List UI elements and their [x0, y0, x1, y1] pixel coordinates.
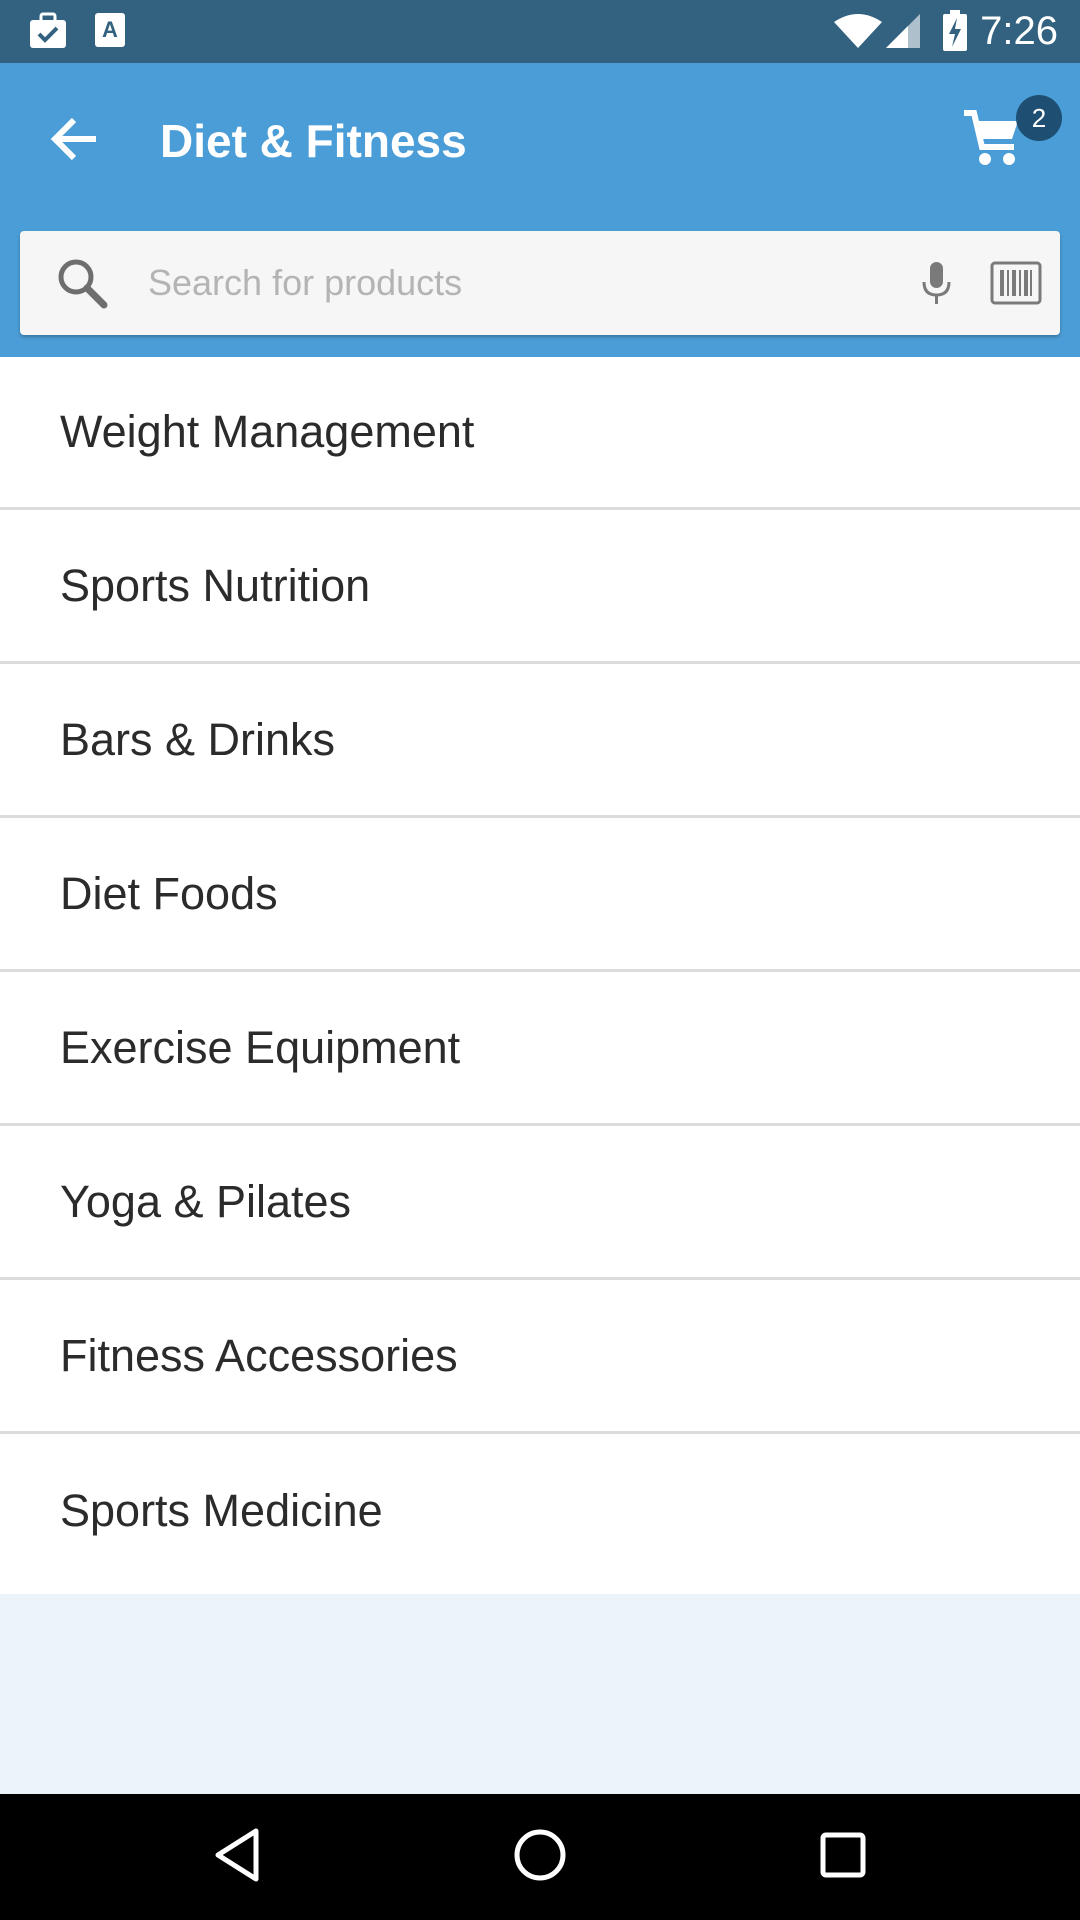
- text-a-icon: A: [94, 12, 126, 53]
- back-button[interactable]: [36, 103, 112, 179]
- app-bar: Diet & Fitness 2: [0, 63, 1080, 357]
- home-circle-icon: [512, 1827, 568, 1888]
- nav-recents-button[interactable]: [808, 1822, 878, 1892]
- category-item-fitness-accessories[interactable]: Fitness Accessories: [0, 1280, 1080, 1434]
- cart-icon: [960, 107, 1024, 174]
- signal-icon: [884, 14, 922, 55]
- arrow-back-icon: [50, 117, 98, 166]
- search-bar[interactable]: [20, 231, 1060, 335]
- category-item-exercise-equipment[interactable]: Exercise Equipment: [0, 972, 1080, 1126]
- battery-charging-icon: [942, 10, 968, 57]
- category-item-yoga-pilates[interactable]: Yoga & Pilates: [0, 1126, 1080, 1280]
- cart-button[interactable]: 2: [960, 95, 1062, 185]
- category-item-diet-foods[interactable]: Diet Foods: [0, 818, 1080, 972]
- mic-icon[interactable]: [910, 257, 962, 309]
- search-input[interactable]: [148, 253, 888, 313]
- search-icon: [56, 257, 108, 309]
- status-bar: A 7:26: [0, 0, 1080, 63]
- navigation-bar: [0, 1794, 1080, 1920]
- category-item-sports-medicine[interactable]: Sports Medicine: [0, 1434, 1080, 1588]
- briefcase-check-icon: [28, 12, 68, 55]
- svg-text:A: A: [102, 17, 118, 42]
- empty-area: [0, 1594, 1080, 1794]
- wifi-icon: [832, 14, 884, 55]
- page-title: Diet & Fitness: [160, 115, 467, 167]
- barcode-scan-icon[interactable]: [990, 257, 1042, 309]
- category-item-weight-management[interactable]: Weight Management: [0, 357, 1080, 510]
- cart-count-badge: 2: [1016, 95, 1062, 141]
- category-item-sports-nutrition[interactable]: Sports Nutrition: [0, 510, 1080, 664]
- nav-back-button[interactable]: [202, 1822, 272, 1892]
- nav-home-button[interactable]: [505, 1822, 575, 1892]
- status-time: 7:26: [980, 9, 1058, 53]
- back-triangle-icon: [212, 1827, 262, 1888]
- category-list: Weight Management Sports Nutrition Bars …: [0, 357, 1080, 1588]
- category-item-bars-drinks[interactable]: Bars & Drinks: [0, 664, 1080, 818]
- recents-square-icon: [818, 1830, 868, 1885]
